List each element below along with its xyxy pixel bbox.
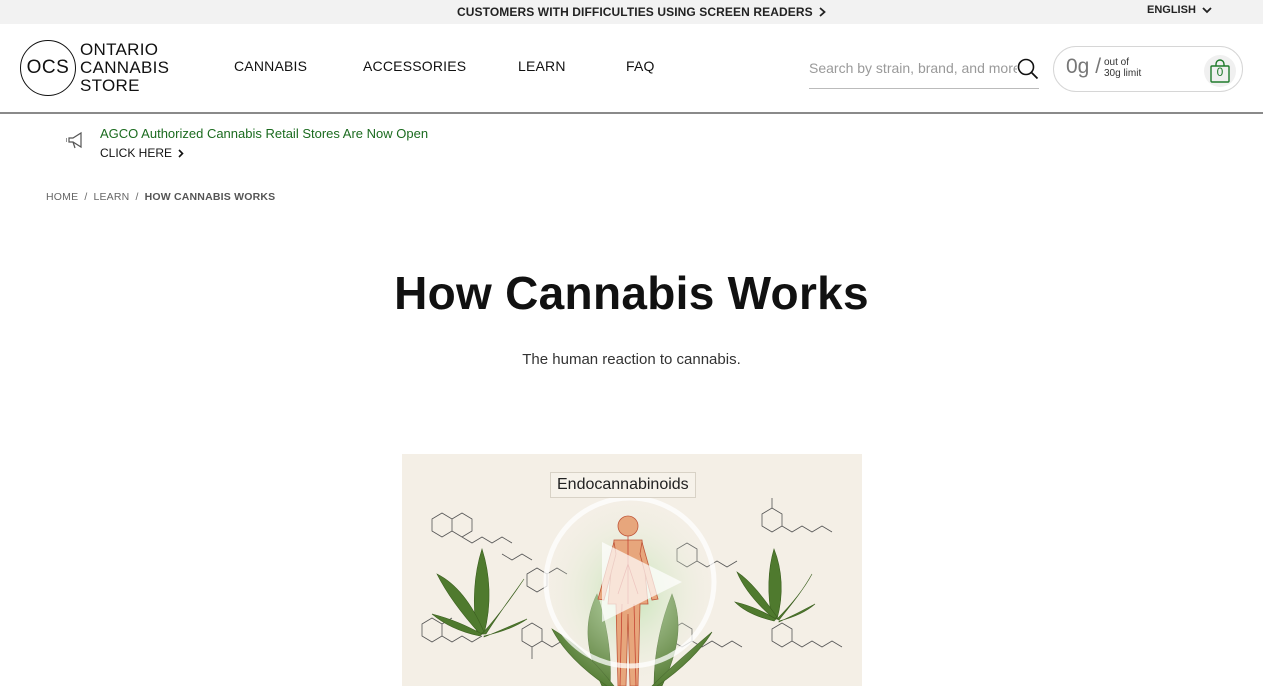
chevron-down-icon: [1202, 6, 1212, 13]
search-icon[interactable]: [1017, 58, 1039, 80]
limit-line-1: out of: [1104, 57, 1130, 68]
limit-line-2: 30g limit: [1104, 68, 1142, 79]
search-input[interactable]: [809, 58, 1017, 78]
breadcrumb: HOME / LEARN / HOW CANNABIS WORKS: [46, 191, 275, 203]
language-label: ENGLISH: [1147, 4, 1196, 16]
announcement-link[interactable]: CLICK HERE: [100, 146, 184, 160]
language-selector[interactable]: ENGLISH: [1147, 4, 1212, 16]
logo-wordmark: ONTARIO CANNABIS STORE: [80, 41, 169, 95]
chevron-right-icon: [819, 7, 826, 17]
video-title-label: Endocannabinoids: [550, 472, 696, 498]
cart-count: 0: [1216, 65, 1224, 79]
announcement-link-label: CLICK HERE: [100, 146, 173, 160]
chevron-right-icon: [178, 148, 184, 158]
megaphone-icon: [66, 131, 82, 149]
breadcrumb-separator: /: [84, 191, 88, 203]
breadcrumb-learn[interactable]: LEARN: [93, 191, 129, 203]
logo-line-3: STORE: [80, 76, 140, 95]
page-subtitle: The human reaction to cannabis.: [522, 351, 741, 368]
nav-accessories[interactable]: ACCESSORIES: [363, 58, 466, 74]
top-utility-bar: CUSTOMERS WITH DIFFICULTIES USING SCREEN…: [0, 0, 1263, 24]
nav-faq[interactable]: FAQ: [626, 58, 655, 74]
limit-description: out of 30g limit: [1104, 57, 1141, 79]
logo-line-2: CANNABIS: [80, 58, 170, 77]
limit-amount: 0g /: [1066, 55, 1102, 78]
cart-button[interactable]: 0: [1204, 55, 1236, 87]
screen-reader-help-label: CUSTOMERS WITH DIFFICULTIES USING SCREEN…: [457, 5, 813, 19]
logo-mark: OCS: [20, 40, 76, 96]
search-bar: [809, 54, 1039, 89]
screen-reader-help-link[interactable]: CUSTOMERS WITH DIFFICULTIES USING SCREEN…: [457, 5, 826, 19]
site-header: OCS ONTARIO CANNABIS STORE CANNABIS ACCE…: [0, 24, 1263, 114]
announcement-title: AGCO Authorized Cannabis Retail Stores A…: [100, 126, 429, 141]
nav-cannabis[interactable]: CANNABIS: [234, 58, 307, 74]
breadcrumb-home[interactable]: HOME: [46, 191, 78, 203]
breadcrumb-current: HOW CANNABIS WORKS: [144, 191, 276, 203]
breadcrumb-separator: /: [135, 191, 139, 203]
logo-line-1: ONTARIO: [80, 40, 159, 59]
ocs-logo[interactable]: OCS ONTARIO CANNABIS STORE: [20, 40, 169, 96]
nav-learn[interactable]: LEARN: [518, 58, 566, 74]
page-title: How Cannabis Works: [394, 267, 869, 319]
